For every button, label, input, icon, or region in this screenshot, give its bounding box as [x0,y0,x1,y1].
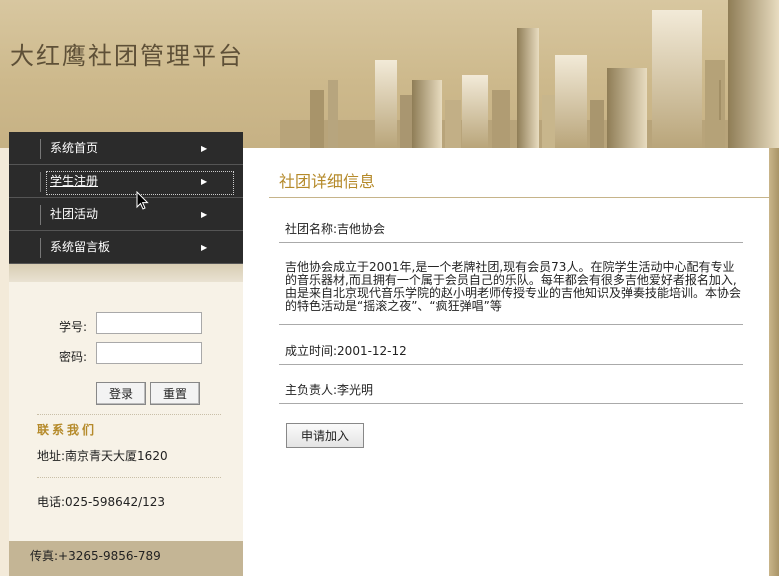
site-title: 大红鹰社团管理平台 [10,42,244,70]
main-nav: 系统首页 ▶ 学生注册 ▶ 社团活动 ▶ 系统留言板 ▶ [9,132,243,264]
club-leader: 主负责人:李光明 [285,383,374,397]
divider [279,403,743,404]
triangle-right-icon: ▶ [201,243,208,252]
left-sidebar: 系统首页 ▶ 学生注册 ▶ 社团活动 ▶ 系统留言板 ▶ 学号: 密码: 登录 … [9,132,243,576]
nav-divider-band [9,264,243,282]
nav-item-student-register[interactable]: 学生注册 ▶ [9,165,243,198]
password-label: 密码: [59,350,88,364]
nav-item-label: 系统首页 [50,141,99,155]
contact-fax: 传真:+3265-9856-789 [9,541,243,576]
triangle-right-icon: ▶ [201,210,208,219]
right-edge-decoration [769,148,779,576]
club-detail-panel: 社团详细信息 社团名称:吉他协会 吉他协会成立于2001年,是一个老牌社团,现有… [243,148,769,576]
student-id-label: 学号: [59,320,88,334]
club-founded-date: 成立时间:2001-12-12 [285,344,407,358]
reset-button[interactable]: 重置 [150,382,200,405]
divider [37,414,221,415]
contact-info: 联系我们 地址:南京青天大厦1620 [9,421,243,464]
login-form: 学号: 密码: 登录 重置 [9,282,243,414]
mouse-cursor-icon [136,191,149,210]
club-name: 社团名称:吉他协会 [285,222,386,236]
nav-item-label: 社团活动 [50,207,99,221]
contact-title: 联系我们 [37,423,98,437]
club-description: 吉他协会成立于2001年,是一个老牌社团,现有会员73人。在院学生活动中心配有专… [285,260,742,313]
nav-item-message-board[interactable]: 系统留言板 ▶ [9,231,243,264]
divider [279,242,743,243]
panel-title: 社团详细信息 [279,172,376,191]
student-id-input[interactable] [96,312,202,334]
nav-item-club-activities[interactable]: 社团活动 ▶ [9,198,243,231]
divider [37,477,221,478]
triangle-right-icon: ▶ [201,144,208,153]
contact-phone-block: 电话:025-598642/123 [9,493,243,510]
apply-join-button[interactable]: 申请加入 [286,423,364,448]
login-button[interactable]: 登录 [96,382,146,405]
contact-address: 地址:南京青天大厦1620 [37,449,168,463]
nav-item-home[interactable]: 系统首页 ▶ [9,132,243,165]
divider [279,364,743,365]
password-input[interactable] [96,342,202,364]
header-banner: 大红鹰社团管理平台 [0,0,779,148]
divider [279,324,743,325]
nav-item-label: 学生注册 [50,174,99,188]
contact-phone: 电话:025-598642/123 [37,495,166,509]
title-underline [269,197,769,198]
triangle-right-icon: ▶ [201,177,208,186]
city-skyline-image [280,0,779,148]
nav-item-label: 系统留言板 [50,240,111,254]
